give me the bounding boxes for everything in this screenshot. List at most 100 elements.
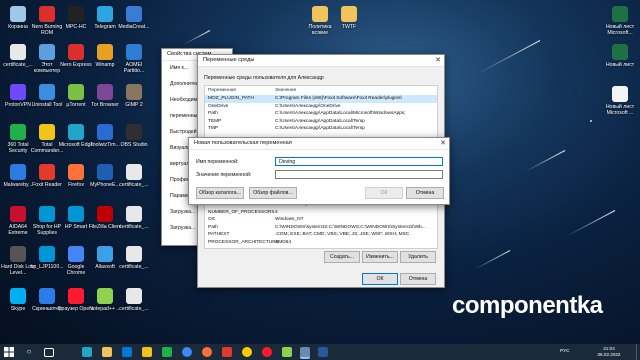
browse-files-button[interactable]: Обзор файлов... — [249, 187, 297, 199]
folder-icon — [312, 6, 328, 22]
folder-twtf[interactable]: TWTF — [331, 6, 367, 30]
table-row[interactable]: PATHEXT .COM;.EXE;.BAT;.CMD;.VBS;.VBE;.JS… — [205, 231, 437, 239]
taskbar-explorer-icon[interactable] — [102, 347, 112, 357]
variable-value-cell: C:\Users\Александр\OneDrive — [275, 103, 341, 109]
new-user-variable-dialog[interactable]: Новая пользовательская переменная ✕ Имя … — [188, 137, 450, 205]
edit-button[interactable]: Изменить... — [362, 251, 398, 263]
table-row[interactable]: NUMBER_OF_PROCESSORS 4 — [205, 209, 437, 217]
variable-value-cell: C:\Users\Александр\AppData\Local\Microso… — [275, 111, 406, 116]
taskbar-edge-icon[interactable] — [82, 347, 92, 357]
folder-icon — [341, 6, 357, 22]
window-title: Переменные среды — [203, 57, 255, 63]
desktop-icon-label: certificate_... — [119, 264, 149, 270]
ok-button[interactable]: ОК — [362, 273, 398, 285]
language-indicator[interactable]: РУС — [560, 349, 570, 355]
desktop-icon-label: GIMP 2 — [125, 102, 143, 108]
system-vars-table[interactable]: DriverDataC:\Windows\System32\Drivers\Dr… — [204, 199, 438, 249]
variable-name-cell: PROCESSOR_ARCHITECTURE — [208, 239, 279, 245]
task-view-icon[interactable] — [44, 348, 54, 357]
delete-button[interactable]: Удалить — [400, 251, 436, 263]
desktop-icon[interactable]: certificate_... — [116, 206, 152, 230]
taskbar-foxit-icon[interactable] — [222, 347, 232, 357]
table-row[interactable]: MOZ_PLUGIN_PATH C:\Program Files (x86)\Fo… — [205, 95, 437, 103]
tor-browser-icon — [97, 84, 113, 100]
malwarebytes-icon — [10, 164, 26, 180]
shooting-star — [474, 250, 511, 270]
start-button[interactable] — [4, 347, 14, 357]
desktop-icon-new-sheet[interactable]: Новый лист Microsoft... — [602, 6, 638, 36]
taskbar-360-icon[interactable] — [162, 347, 172, 357]
desktop-icon[interactable]: GIMP 2 — [116, 84, 152, 108]
shooting-star — [525, 150, 566, 173]
myphone-icon — [97, 164, 113, 180]
desktop-icon-label: OBS Studio — [120, 142, 148, 148]
taskbar-system-properties-icon[interactable] — [300, 347, 310, 359]
taskbar-notepad-icon[interactable] — [282, 347, 292, 357]
desktop-icon[interactable]: certificate_... — [116, 288, 152, 312]
shooting-star — [183, 30, 211, 46]
user-vars-table[interactable]: Переменная Значение MOZ_PLUGIN_PATH C:\Pr… — [204, 85, 438, 139]
excel-file-icon — [612, 44, 628, 60]
obs-icon — [126, 124, 142, 140]
variable-value-input[interactable] — [275, 170, 443, 179]
taskbar-opera-icon[interactable] — [262, 347, 272, 357]
variable-name-cell: TMP — [208, 126, 219, 131]
table-row[interactable]: TMP C:\Users\Александр\AppData\Local\Temp — [205, 125, 437, 133]
column-header-value[interactable]: Значение — [275, 87, 296, 95]
window-titlebar: Переменные среды ✕ — [198, 55, 444, 67]
screenshot-icon — [39, 288, 55, 304]
clock[interactable]: 21:04 06.02.2022 — [594, 346, 624, 358]
desktop-icon-word[interactable]: Новый лист Microsoft ... — [602, 86, 638, 116]
360-security-icon — [10, 124, 26, 140]
table-row[interactable]: OneDrive C:\Users\Александр\OneDrive — [205, 103, 437, 111]
desktop-icon[interactable]: OBS Studio — [116, 124, 152, 148]
desktop-icon-excel[interactable]: Новый лист — [602, 44, 638, 68]
table-row[interactable]: Path C:\Users\Александр\AppData\Local\Mic… — [205, 110, 437, 118]
taskbar-yandex-icon[interactable] — [242, 347, 252, 357]
edge-icon — [68, 124, 84, 140]
total-commander-icon — [39, 124, 55, 140]
variable-name-cell: OneDrive — [208, 103, 229, 109]
table-row[interactable]: TEMP C:\Users\Александр\AppData\Local\Tem… — [205, 118, 437, 126]
system-properties-text: Имя к... — [170, 65, 189, 71]
create-button[interactable]: Создать... — [324, 251, 360, 263]
ok-button[interactable]: ОК — [365, 187, 403, 199]
desktop-icon[interactable]: MediaCreat... — [116, 6, 152, 30]
gimp-icon — [126, 84, 142, 100]
column-header-name[interactable]: Переменная — [208, 87, 236, 95]
table-row[interactable]: PROCESSOR_ARCHITECTURE AMD64 — [205, 239, 437, 247]
shooting-star — [566, 210, 616, 237]
protonvpn-icon — [10, 84, 26, 100]
system-properties-text: Загрузка... — [170, 209, 196, 215]
search-icon[interactable]: ○ — [24, 347, 34, 357]
user-vars-heading: Переменные среды пользователя для Алекса… — [204, 75, 324, 81]
taskbar-firefox-icon[interactable] — [202, 347, 212, 357]
taskbar-store-icon[interactable] — [122, 347, 132, 357]
filezilla-icon — [97, 206, 113, 222]
variable-name-cell: TEMP — [208, 118, 222, 124]
variable-value-cell: C:\Users\Александр\AppData\Local\Temp — [275, 126, 365, 131]
cancel-button[interactable]: Отмена — [406, 187, 444, 199]
variable-name-cell: Path — [208, 111, 218, 116]
desktop-icon-label: certificate_... — [119, 182, 149, 188]
cancel-button[interactable]: Отмена — [400, 273, 436, 285]
close-icon[interactable]: ✕ — [435, 55, 441, 66]
taskbar-chrome-icon[interactable] — [182, 347, 192, 357]
table-row[interactable]: Path C:\WINDOWS\system32;C:\WINDOWS;C:\WI… — [205, 224, 437, 232]
variable-value-cell: C:\WINDOWS\system32;C:\WINDOWS;C:\WINDOW… — [275, 224, 426, 230]
desktop-icon[interactable]: AOMEI Partitio... — [116, 44, 152, 74]
firefox-icon — [68, 164, 84, 180]
close-icon[interactable]: ✕ — [440, 138, 446, 149]
desktop-icon[interactable]: certificate_... — [116, 164, 152, 188]
opera-icon — [68, 288, 84, 304]
browse-directory-button[interactable]: Обзор каталога... — [196, 187, 244, 199]
table-row[interactable]: OS Windows_NT — [205, 216, 437, 224]
taskbar-word-icon[interactable] — [318, 347, 328, 357]
variable-name-input[interactable]: Deving — [275, 157, 443, 166]
certificate-icon — [10, 44, 26, 60]
desktop-icon[interactable]: certificate_... — [116, 246, 152, 270]
show-desktop-button[interactable] — [636, 344, 640, 360]
taskbar-total-commander-icon[interactable] — [142, 347, 152, 357]
hp-support-icon — [39, 206, 55, 222]
certificate2-icon — [126, 164, 142, 180]
